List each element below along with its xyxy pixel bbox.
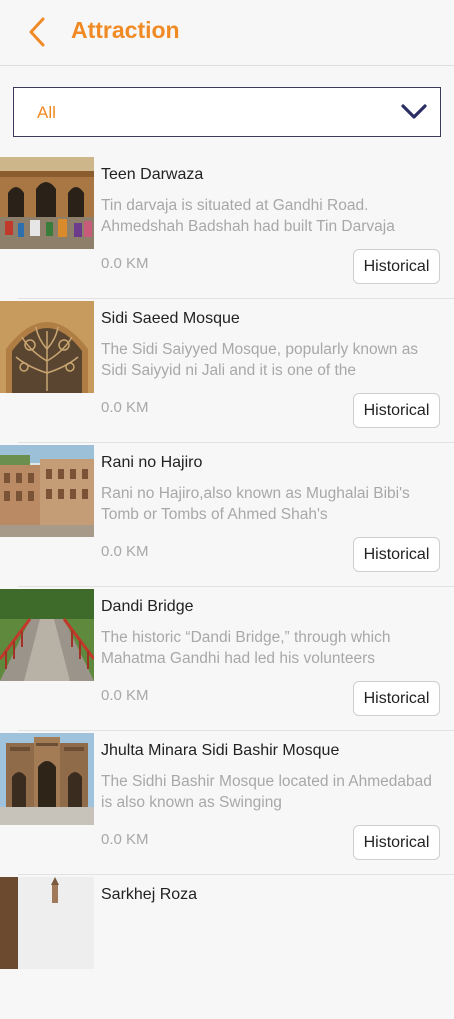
attraction-distance: 0.0 KM (101, 831, 149, 848)
attraction-name: Rani no Hajiro (101, 454, 203, 471)
list-item[interactable]: Sarkhej Roza (0, 875, 454, 1019)
filter-selected-value: All (37, 103, 56, 122)
attraction-description: Tin darvaja is situated at Gandhi Road. … (101, 197, 395, 235)
chevron-down-icon (401, 104, 427, 119)
attraction-description: The Sidi Saiyyed Mosque, popularly known… (101, 341, 419, 379)
attraction-description: Rani no Hajiro,also known as Mughalai Bi… (101, 485, 410, 523)
attraction-image (0, 157, 94, 249)
attraction-image (0, 877, 94, 969)
category-chip[interactable]: Historical (353, 681, 440, 716)
attraction-distance: 0.0 KM (101, 687, 149, 704)
list-item[interactable]: Sidi Saeed Mosque The Sidi Saiyyed Mosqu… (0, 299, 454, 443)
attraction-distance: 0.0 KM (101, 543, 149, 560)
attraction-name: Sidi Saeed Mosque (101, 310, 240, 327)
attraction-image (0, 445, 94, 537)
page-title: Attraction (71, 17, 180, 43)
category-filter-select[interactable]: All (13, 87, 441, 137)
list-item[interactable]: Teen Darwaza Tin darvaja is situated at … (0, 155, 454, 299)
category-chip[interactable]: Historical (353, 249, 440, 284)
attraction-description: The historic “Dandi Bridge,” through whi… (101, 629, 391, 667)
category-chip[interactable]: Historical (353, 537, 440, 572)
attraction-image (0, 301, 94, 393)
attraction-image (0, 589, 94, 681)
list-item[interactable]: Jhulta Minara Sidi Bashir Mosque The Sid… (0, 731, 454, 875)
attraction-name: Sarkhej Roza (101, 886, 198, 903)
attraction-distance: 0.0 KM (101, 255, 149, 272)
attraction-list: Teen Darwaza Tin darvaja is situated at … (0, 155, 454, 1019)
chevron-left-icon (29, 17, 45, 47)
category-chip[interactable]: Historical (353, 393, 440, 428)
attraction-name: Jhulta Minara Sidi Bashir Mosque (101, 742, 340, 759)
list-item[interactable]: Rani no Hajiro Rani no Hajiro,also known… (0, 443, 454, 587)
attraction-description: The Sidhi Bashir Mosque located in Ahmed… (101, 773, 432, 811)
list-item[interactable]: Dandi Bridge The historic “Dandi Bridge,… (0, 587, 454, 731)
attraction-distance: 0.0 KM (101, 399, 149, 416)
attraction-image (0, 733, 94, 825)
back-button[interactable] (20, 14, 54, 50)
category-chip[interactable]: Historical (353, 825, 440, 860)
attraction-name: Teen Darwaza (101, 166, 204, 183)
attraction-name: Dandi Bridge (101, 598, 194, 615)
app-bar: Attraction (0, 0, 454, 66)
